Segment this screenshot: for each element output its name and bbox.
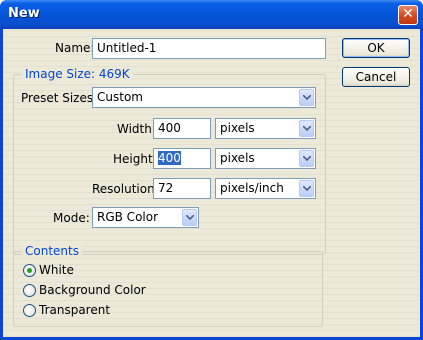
radio-white[interactable]: White <box>23 263 143 279</box>
height-input-value: 400 <box>158 151 181 165</box>
radio-transparent[interactable]: Transparent <box>23 303 143 319</box>
title-bar[interactable]: New ✕ <box>0 0 423 29</box>
radio-button[interactable] <box>23 284 36 297</box>
chevron-down-icon[interactable] <box>299 89 314 106</box>
preset-sizes-value: Custom <box>97 90 143 104</box>
radio-transparent-label: Transparent <box>39 303 111 317</box>
radio-button-selected[interactable] <box>23 264 36 277</box>
resolution-unit-select[interactable]: pixels/inch <box>215 178 316 199</box>
radio-button[interactable] <box>23 304 36 317</box>
chevron-down-icon[interactable] <box>182 209 197 226</box>
width-input-value: 400 <box>158 121 181 135</box>
mode-value: RGB Color <box>97 210 159 224</box>
height-unit-value: pixels <box>220 151 255 165</box>
chevron-down-icon[interactable] <box>299 120 314 137</box>
chevron-down-icon[interactable] <box>299 180 314 197</box>
image-size-legend: Image Size: 469K <box>22 67 133 81</box>
resolution-input[interactable]: 72 <box>153 178 211 199</box>
height-input[interactable]: 400 <box>153 148 211 169</box>
mode-select[interactable]: RGB Color <box>92 207 199 228</box>
width-label: Width: <box>117 122 156 136</box>
chevron-down-icon[interactable] <box>299 150 314 167</box>
ok-button-label: OK <box>367 41 385 55</box>
width-unit-value: pixels <box>220 121 255 135</box>
radio-background-color[interactable]: Background Color <box>23 283 173 299</box>
preset-sizes-select[interactable]: Custom <box>92 87 316 108</box>
ok-button[interactable]: OK <box>342 38 410 58</box>
name-input-value: Untitled-1 <box>97 41 157 55</box>
width-unit-select[interactable]: pixels <box>215 118 316 139</box>
height-label: Height: <box>113 152 157 166</box>
radio-white-label: White <box>39 263 74 277</box>
close-button[interactable]: ✕ <box>398 5 418 25</box>
cancel-button[interactable]: Cancel <box>342 67 410 87</box>
contents-legend: Contents <box>22 244 82 258</box>
preset-sizes-label: Preset Sizes: <box>21 91 98 105</box>
new-dialog-window: New ✕ Name: Untitled-1 OK Cancel Image S… <box>0 0 423 340</box>
resolution-label: Resolution: <box>92 182 159 196</box>
resolution-input-value: 72 <box>158 181 174 195</box>
window-title: New <box>8 6 40 21</box>
width-input[interactable]: 400 <box>153 118 211 139</box>
name-label: Name: <box>55 41 95 55</box>
resolution-unit-value: pixels/inch <box>220 181 284 195</box>
cancel-button-label: Cancel <box>355 70 397 84</box>
mode-label: Mode: <box>53 211 90 225</box>
height-unit-select[interactable]: pixels <box>215 148 316 169</box>
close-icon: ✕ <box>402 6 414 22</box>
name-input[interactable]: Untitled-1 <box>92 38 326 59</box>
dialog-body: Name: Untitled-1 OK Cancel Image Size: 4… <box>3 29 420 337</box>
radio-background-color-label: Background Color <box>39 283 146 297</box>
